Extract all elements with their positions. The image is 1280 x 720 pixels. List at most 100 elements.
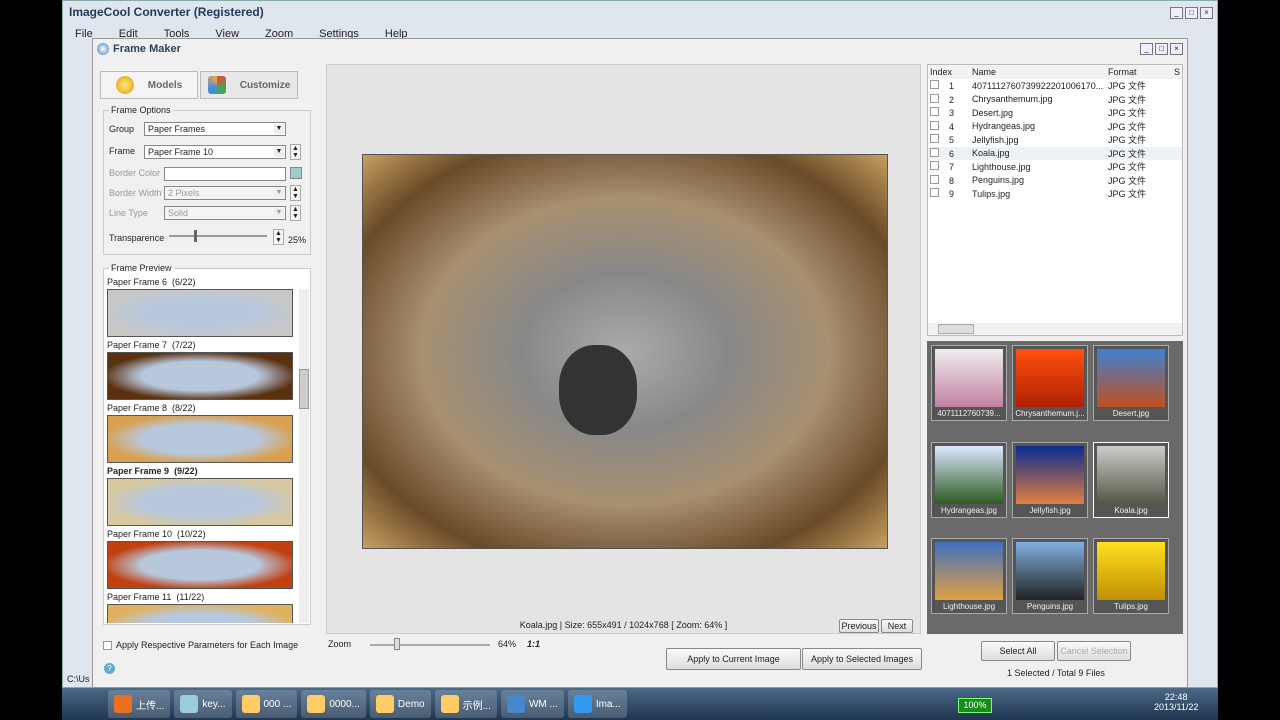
- thumbnail-item[interactable]: Koala.jpg: [1093, 441, 1169, 518]
- border-width-select[interactable]: 2 Pixels ▼: [164, 186, 286, 200]
- border-width-spinner[interactable]: ▲ ▼: [290, 185, 301, 201]
- frame-preview-label[interactable]: Paper Frame 6 (6/22): [107, 277, 196, 287]
- taskbar-item[interactable]: key...: [174, 690, 232, 718]
- file-row[interactable]: 8 Penguins.jpg JPG 文件: [928, 174, 1182, 188]
- close-button[interactable]: ×: [1200, 7, 1213, 19]
- frame-preview-label[interactable]: Paper Frame 10 (10/22): [107, 529, 206, 539]
- file-checkbox[interactable]: [930, 174, 939, 184]
- border-color-field[interactable]: [164, 167, 286, 181]
- thumbnail-item[interactable]: Lighthouse.jpg: [931, 538, 1007, 615]
- actual-size-button[interactable]: 1:1: [527, 639, 540, 649]
- image-preview-area: Koala.jpg | Size: 655x491 / 1024x768 [ Z…: [326, 64, 921, 634]
- taskbar-item[interactable]: Demo: [369, 690, 431, 718]
- maximize-button[interactable]: □: [1185, 7, 1198, 19]
- file-row[interactable]: 1 40711127607399222010061​70... JPG 文件: [928, 79, 1182, 93]
- minimize-button[interactable]: _: [1170, 7, 1183, 19]
- scrollbar-thumb[interactable]: [938, 324, 974, 334]
- app-icon: [506, 695, 525, 713]
- file-checkbox[interactable]: [930, 93, 939, 103]
- koala-image: [362, 154, 888, 549]
- column-size[interactable]: S: [1172, 65, 1182, 79]
- taskbar-item[interactable]: WM ...: [500, 690, 564, 718]
- group-select[interactable]: Paper Frames ▼: [144, 122, 286, 136]
- dialog-maximize-button[interactable]: □: [1155, 43, 1168, 55]
- frame-select[interactable]: Paper Frame 10 ▼: [144, 145, 286, 159]
- thumbnail-item[interactable]: Jellyfish.jpg: [1012, 441, 1088, 518]
- frame-value: Paper Frame 10: [148, 147, 214, 157]
- column-name[interactable]: Name: [970, 65, 1106, 79]
- apply-each-option[interactable]: Apply Respective Parameters for Each Ima…: [103, 640, 298, 650]
- battery-indicator[interactable]: 100%: [958, 698, 992, 713]
- zoom-slider[interactable]: [370, 638, 490, 650]
- transparence-spinner[interactable]: ▲ ▼: [273, 229, 284, 245]
- clock-time: 22:48: [1164, 692, 1188, 702]
- thumbnail-item[interactable]: Tulips.jpg: [1093, 538, 1169, 615]
- thumbnail-item[interactable]: Chrysanthemum.j...: [1012, 345, 1088, 421]
- file-checkbox[interactable]: [930, 161, 939, 171]
- file-checkbox[interactable]: [930, 107, 939, 117]
- file-row[interactable]: 7 Lighthouse.jpg JPG 文件: [928, 160, 1182, 174]
- file-checkbox[interactable]: [930, 147, 939, 157]
- apply-each-checkbox[interactable]: [103, 640, 112, 650]
- dialog-close-button[interactable]: ×: [1170, 43, 1183, 55]
- zoom-slider-thumb[interactable]: [394, 638, 400, 650]
- frame-preview-label[interactable]: Paper Frame 9 (9/22): [107, 466, 198, 476]
- file-checkbox[interactable]: [930, 188, 939, 198]
- frame-preview-thumbnail[interactable]: [107, 541, 293, 589]
- frame-preview-label[interactable]: Paper Frame 8 (8/22): [107, 403, 196, 413]
- frame-preview-thumbnail[interactable]: [107, 289, 293, 337]
- column-format[interactable]: Format: [1106, 65, 1172, 79]
- taskbar-item[interactable]: Ima...: [567, 690, 627, 718]
- frame-preview-scrollbar[interactable]: [299, 289, 309, 623]
- taskbar-item[interactable]: 0000...: [301, 690, 366, 718]
- horizontal-scrollbar[interactable]: [928, 323, 1182, 335]
- apply-current-image-button[interactable]: Apply to Current Image: [666, 648, 801, 670]
- thumbnail-item[interactable]: Desert.jpg: [1093, 345, 1169, 421]
- help-icon[interactable]: ?: [104, 663, 115, 674]
- frame-preview-thumbnail[interactable]: [107, 415, 293, 463]
- next-button[interactable]: Next: [881, 619, 913, 633]
- zoom-label: Zoom: [328, 639, 352, 649]
- thumbnail-item[interactable]: Penguins.jpg: [1012, 538, 1088, 615]
- line-type-select[interactable]: Solid ▼: [164, 206, 286, 220]
- koala-nose: [559, 345, 637, 435]
- file-row[interactable]: 5 Jellyfish.jpg JPG 文件: [928, 133, 1182, 147]
- cancel-selection-button[interactable]: Cancel Selection: [1057, 641, 1131, 661]
- tab-models[interactable]: Models: [100, 71, 198, 99]
- thumbnail-item[interactable]: Hydrangeas.jpg: [931, 441, 1007, 518]
- file-row[interactable]: 6 Koala.jpg JPG 文件: [928, 146, 1182, 160]
- frame-preview-thumbnail[interactable]: [107, 604, 293, 623]
- previous-button[interactable]: Previous: [839, 619, 879, 633]
- select-all-button[interactable]: Select All: [981, 641, 1055, 661]
- apply-selected-images-button[interactable]: Apply to Selected Images: [802, 648, 922, 670]
- frame-preview-label[interactable]: Paper Frame 11 (11/22): [107, 592, 204, 602]
- scrollbar-thumb[interactable]: [299, 369, 309, 409]
- column-index[interactable]: Index: [928, 65, 970, 79]
- clock[interactable]: 22:48 2013/11/22: [1154, 692, 1198, 712]
- file-row[interactable]: 9 Tulips.jpg JPG 文件: [928, 187, 1182, 201]
- transparence-slider[interactable]: [169, 230, 267, 242]
- file-checkbox[interactable]: [930, 80, 939, 90]
- taskbar-item[interactable]: 示例...: [434, 690, 497, 718]
- taskbar-item[interactable]: 上传...: [108, 690, 171, 718]
- menu-file[interactable]: File: [75, 28, 93, 40]
- file-row[interactable]: 2 Chrysanthemum.jpg JPG 文件: [928, 93, 1182, 107]
- file-row[interactable]: 4 Hydrangeas.jpg JPG 文件: [928, 120, 1182, 134]
- tab-customize[interactable]: Customize: [200, 71, 298, 99]
- frame-spinner[interactable]: ▲ ▼: [290, 144, 301, 160]
- transparence-slider-thumb[interactable]: [193, 230, 197, 242]
- color-picker-icon[interactable]: [290, 167, 302, 179]
- frame-preview-label[interactable]: Paper Frame 7 (7/22): [107, 340, 196, 350]
- file-checkbox[interactable]: [930, 134, 939, 144]
- app-icon: [114, 695, 132, 713]
- frame-preview-thumbnail[interactable]: [107, 478, 293, 526]
- dialog-title: Frame Maker: [113, 43, 181, 55]
- file-row[interactable]: 3 Desert.jpg JPG 文件: [928, 106, 1182, 120]
- thumbnail-item[interactable]: 4071112760739...: [931, 345, 1007, 421]
- line-type-spinner[interactable]: ▲ ▼: [290, 205, 301, 221]
- taskbar-item[interactable]: 000 ...: [235, 690, 298, 718]
- frame-preview-thumbnail[interactable]: [107, 352, 293, 400]
- file-checkbox[interactable]: [930, 120, 939, 130]
- frame-options-legend: Frame Options: [111, 105, 171, 115]
- dialog-minimize-button[interactable]: _: [1140, 43, 1153, 55]
